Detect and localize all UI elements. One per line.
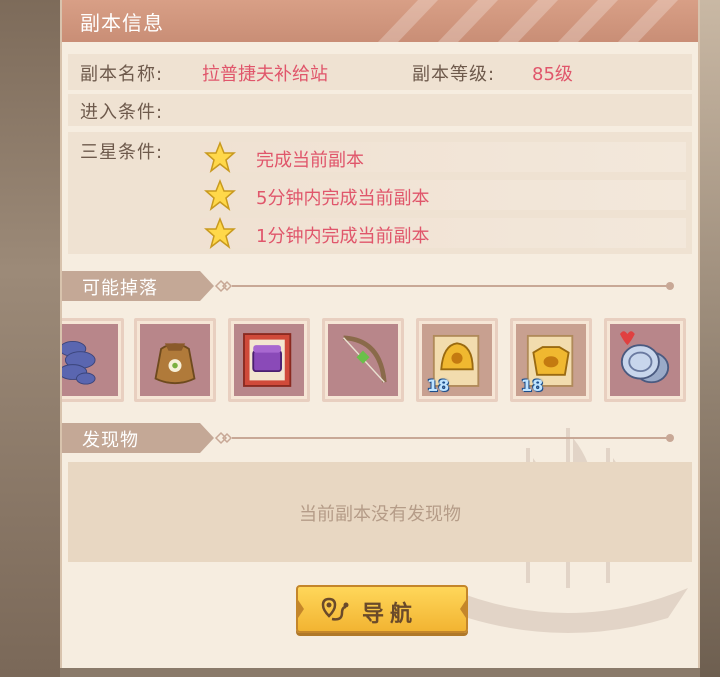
- entry-condition-label: 进入条件:: [80, 102, 164, 123]
- seed-bag-icon: [154, 343, 196, 385]
- drop-item-slot[interactable]: [322, 318, 404, 402]
- navigate-button[interactable]: 导航: [296, 585, 468, 633]
- route-pin-icon: [321, 597, 349, 621]
- drop-item-slot[interactable]: [134, 318, 216, 402]
- entry-condition-row: 进入条件:: [68, 94, 692, 126]
- drop-item-slot[interactable]: [604, 318, 686, 402]
- star-condition-text: 完成当前副本: [256, 150, 364, 171]
- blue-feather-icon: [62, 341, 96, 385]
- green-bow-icon: [343, 335, 387, 383]
- drop-item-slot[interactable]: 18: [510, 318, 592, 402]
- drops-list: 18 18: [62, 312, 698, 408]
- star-icon: [204, 217, 236, 249]
- discover-section-header: 发现物: [62, 423, 682, 453]
- star-condition-item: 1分钟内完成当前副本: [200, 217, 686, 249]
- dungeon-level-label: 副本等级:: [412, 64, 496, 85]
- background-left: [0, 0, 60, 677]
- dungeon-level-value: 85级: [532, 64, 573, 85]
- discover-section-title: 发现物: [82, 430, 139, 451]
- drop-item-slot[interactable]: [62, 318, 124, 402]
- panel-title: 副本信息: [80, 11, 164, 35]
- star-condition-text: 1分钟内完成当前副本: [256, 226, 430, 247]
- item-level-badge: 18: [427, 376, 450, 395]
- section-divider: [232, 285, 672, 287]
- discover-empty-text: 当前副本没有发现物: [299, 504, 461, 525]
- dungeon-name-row: 副本名称: 拉普捷夫补给站 副本等级: 85级: [68, 54, 692, 90]
- drops-section-header: 可能掉落: [62, 271, 682, 301]
- divider-endcap: [666, 282, 674, 290]
- star-condition-label: 三星条件:: [80, 142, 164, 163]
- silver-coin-heart-icon: [619, 331, 670, 384]
- item-level-badge: 18: [521, 376, 544, 395]
- button-notch-right: [460, 597, 468, 621]
- star-icon: [204, 179, 236, 211]
- divider-endcap: [666, 434, 674, 442]
- header-pattern: [378, 0, 678, 42]
- section-divider: [232, 437, 672, 439]
- drops-section-title: 可能掉落: [82, 278, 158, 299]
- dungeon-name-value: 拉普捷夫补给站: [202, 64, 328, 85]
- star-icon: [204, 141, 236, 173]
- diamond-ornament-icon: [214, 279, 233, 293]
- purple-chest-card-icon: [243, 333, 292, 387]
- drop-item-slot[interactable]: 18: [416, 318, 498, 402]
- dungeon-name-label: 副本名称:: [80, 64, 164, 85]
- panel-header: 副本信息: [62, 0, 698, 42]
- dungeon-info-panel: 副本信息 副本名称: 拉普捷夫补给站 副本等级: 85级 进入条件: 三星条件:…: [60, 0, 700, 668]
- discover-box: 当前副本没有发现物: [68, 462, 692, 562]
- star-condition-text: 5分钟内完成当前副本: [256, 188, 430, 209]
- button-notch-left: [296, 597, 304, 621]
- navigate-button-label: 导航: [362, 602, 419, 627]
- background-right: [700, 0, 720, 677]
- drop-item-slot[interactable]: [228, 318, 310, 402]
- star-condition-item: 完成当前副本: [200, 141, 686, 173]
- diamond-ornament-icon: [214, 431, 233, 445]
- star-condition-item: 5分钟内完成当前副本: [200, 179, 686, 211]
